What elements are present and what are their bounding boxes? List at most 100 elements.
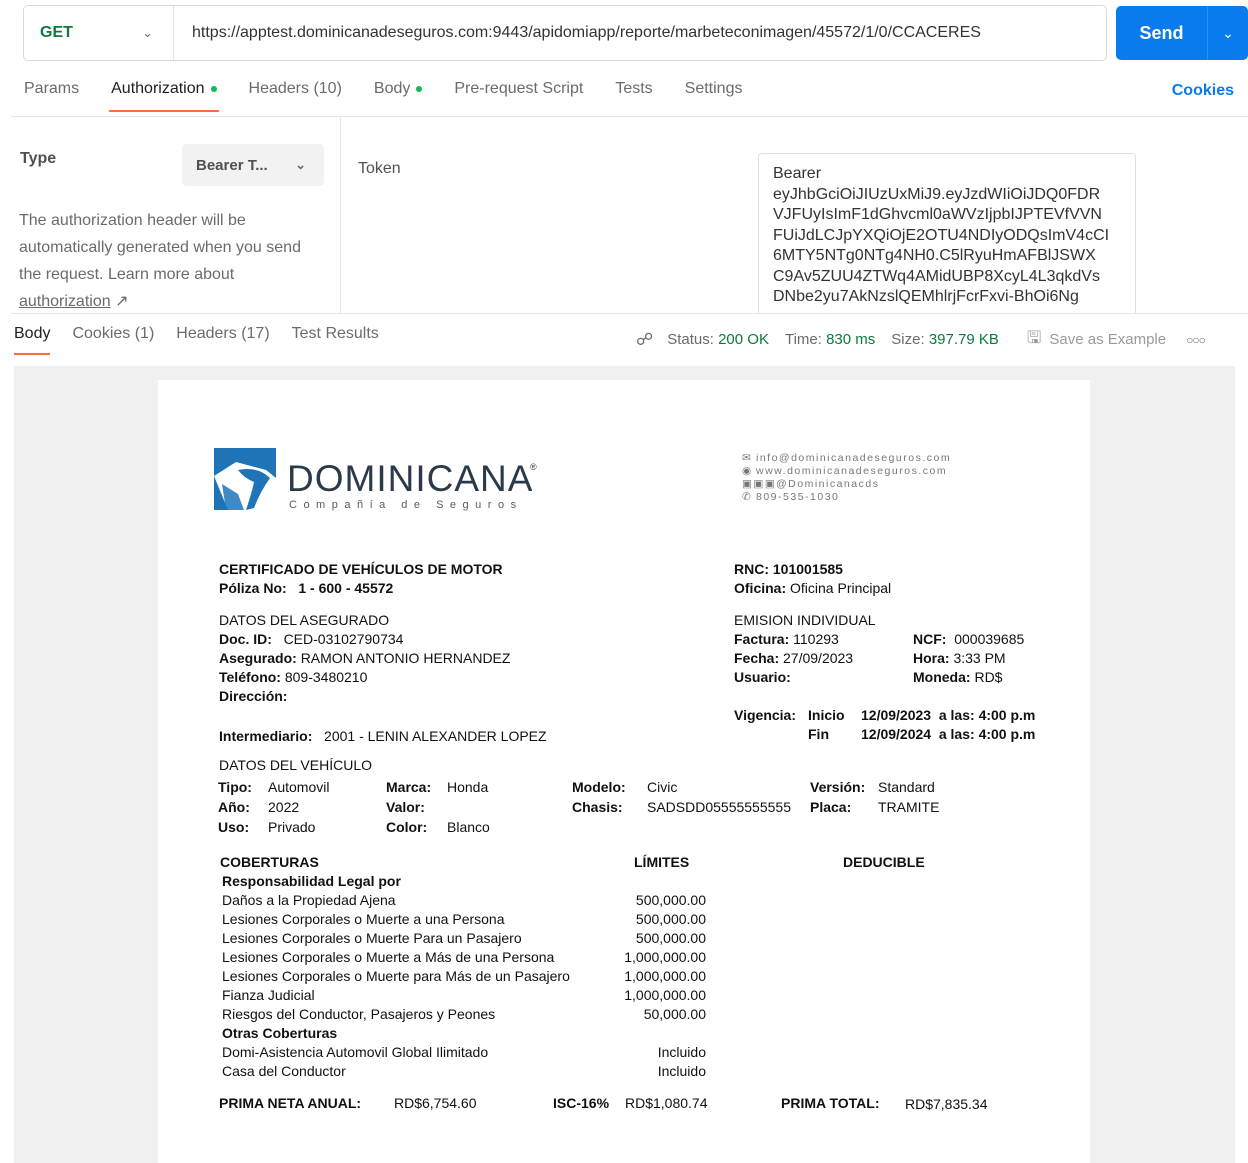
tab-response-body[interactable]: Body bbox=[14, 325, 51, 355]
network-globe-icon[interactable]: ☍ bbox=[636, 330, 653, 350]
chassis-value: SADSDD05555555555 bbox=[647, 799, 791, 815]
coverage-name: Fianza Judicial bbox=[222, 987, 315, 1003]
label: Asegurado: bbox=[219, 650, 297, 666]
certificate-title: CERTIFICADO DE VEHÍCULOS DE MOTOR bbox=[219, 561, 503, 577]
contact-phone-text: 809-535-1030 bbox=[756, 491, 840, 503]
total-premium-value: RD$7,835.34 bbox=[905, 1096, 988, 1112]
plate-value: TRAMITE bbox=[878, 799, 940, 815]
send-options-chevron-icon[interactable]: ⌄ bbox=[1208, 6, 1248, 60]
policy-number: Póliza No: 1 - 600 - 45572 bbox=[219, 580, 393, 596]
response-meta: ☍ Status: 200 OK Time: 830 ms Size: 397.… bbox=[636, 325, 1206, 354]
chevron-down-icon: ⌄ bbox=[142, 25, 153, 40]
value: 4:00 p.m bbox=[978, 726, 1036, 742]
request-bar: GET ⌄ https://apptest.dominicanadeseguro… bbox=[23, 5, 1107, 61]
ncf: NCF: 000039685 bbox=[913, 631, 1024, 647]
tab-label: Headers bbox=[248, 80, 309, 97]
authorization-link[interactable]: authorization bbox=[19, 293, 111, 310]
value: 27/09/2023 bbox=[783, 650, 854, 666]
method-label: GET bbox=[40, 24, 73, 41]
send-button[interactable]: Send bbox=[1116, 6, 1208, 60]
tab-authorization[interactable]: Authorization bbox=[109, 80, 219, 112]
active-dot-icon bbox=[416, 85, 423, 92]
auth-type-select[interactable]: Bearer T... ⌄ bbox=[182, 144, 324, 186]
tab-response-headers[interactable]: Headers (17) bbox=[176, 325, 269, 355]
url-input[interactable]: https://apptest.dominicanadeseguros.com:… bbox=[174, 24, 981, 42]
contact-web-text: www.dominicanadeseguros.com bbox=[756, 465, 948, 477]
tab-test-results[interactable]: Test Results bbox=[292, 325, 379, 355]
limits-header: LÍMITES bbox=[634, 854, 690, 870]
value: 4:00 p.m bbox=[978, 707, 1036, 723]
office: Oficina: Oficina Principal bbox=[734, 580, 891, 596]
coverage-limit: 500,000.00 bbox=[635, 892, 706, 908]
coverage-limit: 500,000.00 bbox=[635, 930, 706, 946]
tab-response-cookies[interactable]: Cookies (1) bbox=[72, 325, 154, 355]
version-value: Standard bbox=[878, 779, 935, 795]
contact-social: ▣▣▣@Dominicanacds bbox=[742, 478, 951, 491]
value: 12/09/2023 bbox=[861, 707, 932, 723]
value: CED-03102790734 bbox=[283, 631, 404, 647]
more-options-icon[interactable]: ○○○ bbox=[1186, 333, 1206, 347]
type-label: Type bbox=[20, 150, 57, 167]
save-as-example-button[interactable]: 🖫 Save as Example bbox=[1027, 325, 1166, 354]
tab-tests[interactable]: Tests bbox=[615, 80, 652, 109]
response-preview[interactable]: DOMINICANA ® Compañía de Seguros ✉ info@d… bbox=[14, 366, 1235, 1163]
status-label: Status: bbox=[667, 331, 714, 348]
cookies-link[interactable]: Cookies bbox=[1172, 82, 1234, 100]
coverage-name: Riesgos del Conductor, Pasajeros y Peone… bbox=[222, 1006, 496, 1022]
net-premium-label: PRIMA NETA ANUAL: bbox=[219, 1095, 362, 1111]
coverage-limit: 1,000,000.00 bbox=[624, 987, 706, 1003]
time-label: Time: bbox=[784, 331, 822, 348]
token-line: C9Av5ZUU4ZTWq4AMidUBP8XcyL4L3qkdVs bbox=[773, 267, 1100, 285]
registered-mark: ® bbox=[530, 462, 537, 472]
auth-description: The authorization header will be automat… bbox=[19, 207, 319, 315]
value: 1 - 600 - 45572 bbox=[298, 580, 394, 596]
label: Teléfono: bbox=[219, 669, 281, 685]
tab-pre-request-script[interactable]: Pre-request Script bbox=[454, 80, 583, 109]
version-label: Versión: bbox=[810, 779, 866, 795]
coverage-limit: 1,000,000.00 bbox=[624, 949, 706, 965]
year-label: Año: bbox=[218, 799, 250, 815]
method-select[interactable]: GET ⌄ bbox=[24, 6, 174, 60]
type-value: Automovil bbox=[268, 779, 330, 795]
currency: Moneda: RD$ bbox=[913, 669, 1002, 685]
start-date: 12/09/2023 a las: 4:00 p.m bbox=[861, 707, 1035, 723]
coverage-name: Domi-Asistencia Automovil Global Ilimita… bbox=[222, 1044, 489, 1060]
end-date: 12/09/2024 a las: 4:00 p.m bbox=[861, 726, 1035, 742]
token-input[interactable]: Bearer eyJhbGciOiJIUzUxMiJ9.eyJzdWIiOiJD… bbox=[758, 153, 1136, 313]
globe-icon: ◉ bbox=[742, 465, 753, 477]
doc-id: Doc. ID: CED-03102790734 bbox=[219, 631, 403, 647]
value: 3:33 PM bbox=[953, 650, 1006, 666]
validity-label: Vigencia: bbox=[734, 707, 796, 723]
label: Moneda: bbox=[913, 669, 971, 685]
token-line: Bearer bbox=[773, 165, 822, 182]
coverage-limit: 1,000,000.00 bbox=[624, 968, 706, 984]
label: a las: bbox=[938, 707, 975, 723]
token-line: FUiJdLCJpYXQiOjE2OTU4NDIyODQsImV4cCI bbox=[773, 226, 1110, 244]
token-line: VJFUyIsImF1dGhvcml0aWVzIjpbIJPTEVfVVN bbox=[773, 206, 1102, 223]
coverage-limit: Incluido bbox=[657, 1063, 706, 1079]
social-icons: ▣▣▣ bbox=[742, 478, 777, 490]
date: Fecha: 27/09/2023 bbox=[734, 650, 853, 666]
tab-body[interactable]: Body bbox=[374, 80, 423, 109]
label: Póliza No: bbox=[219, 580, 287, 596]
label: NCF: bbox=[913, 631, 947, 647]
tab-label: Params bbox=[24, 80, 80, 97]
contact-web: ◉ www.dominicanadeseguros.com bbox=[742, 465, 951, 478]
coverage-name: Lesiones Corporales o Muerte Para un Pas… bbox=[222, 930, 522, 946]
other-coverages-header: Otras Coberturas bbox=[222, 1025, 338, 1041]
response-tabs: Body Cookies (1) Headers (17) Test Resul… bbox=[14, 325, 401, 355]
coverages-header: COBERTURAS bbox=[220, 854, 319, 870]
coverage-name: Daños a la Propiedad Ajena bbox=[222, 892, 396, 908]
label: a las: bbox=[938, 726, 975, 742]
brand-label: Marca: bbox=[386, 779, 432, 795]
tab-headers[interactable]: Headers (10) bbox=[249, 80, 342, 109]
tab-params[interactable]: Params bbox=[24, 80, 79, 109]
tab-label: Tests bbox=[615, 80, 653, 97]
token-label: Token bbox=[358, 160, 401, 177]
use-value: Privado bbox=[268, 819, 316, 835]
label: Fecha: bbox=[734, 650, 780, 666]
tab-settings[interactable]: Settings bbox=[685, 80, 743, 109]
save-icon: 🖫 bbox=[1026, 328, 1042, 347]
vehicle-header: DATOS DEL VEHÍCULO bbox=[219, 757, 373, 773]
mail-icon: ✉ bbox=[742, 452, 753, 464]
